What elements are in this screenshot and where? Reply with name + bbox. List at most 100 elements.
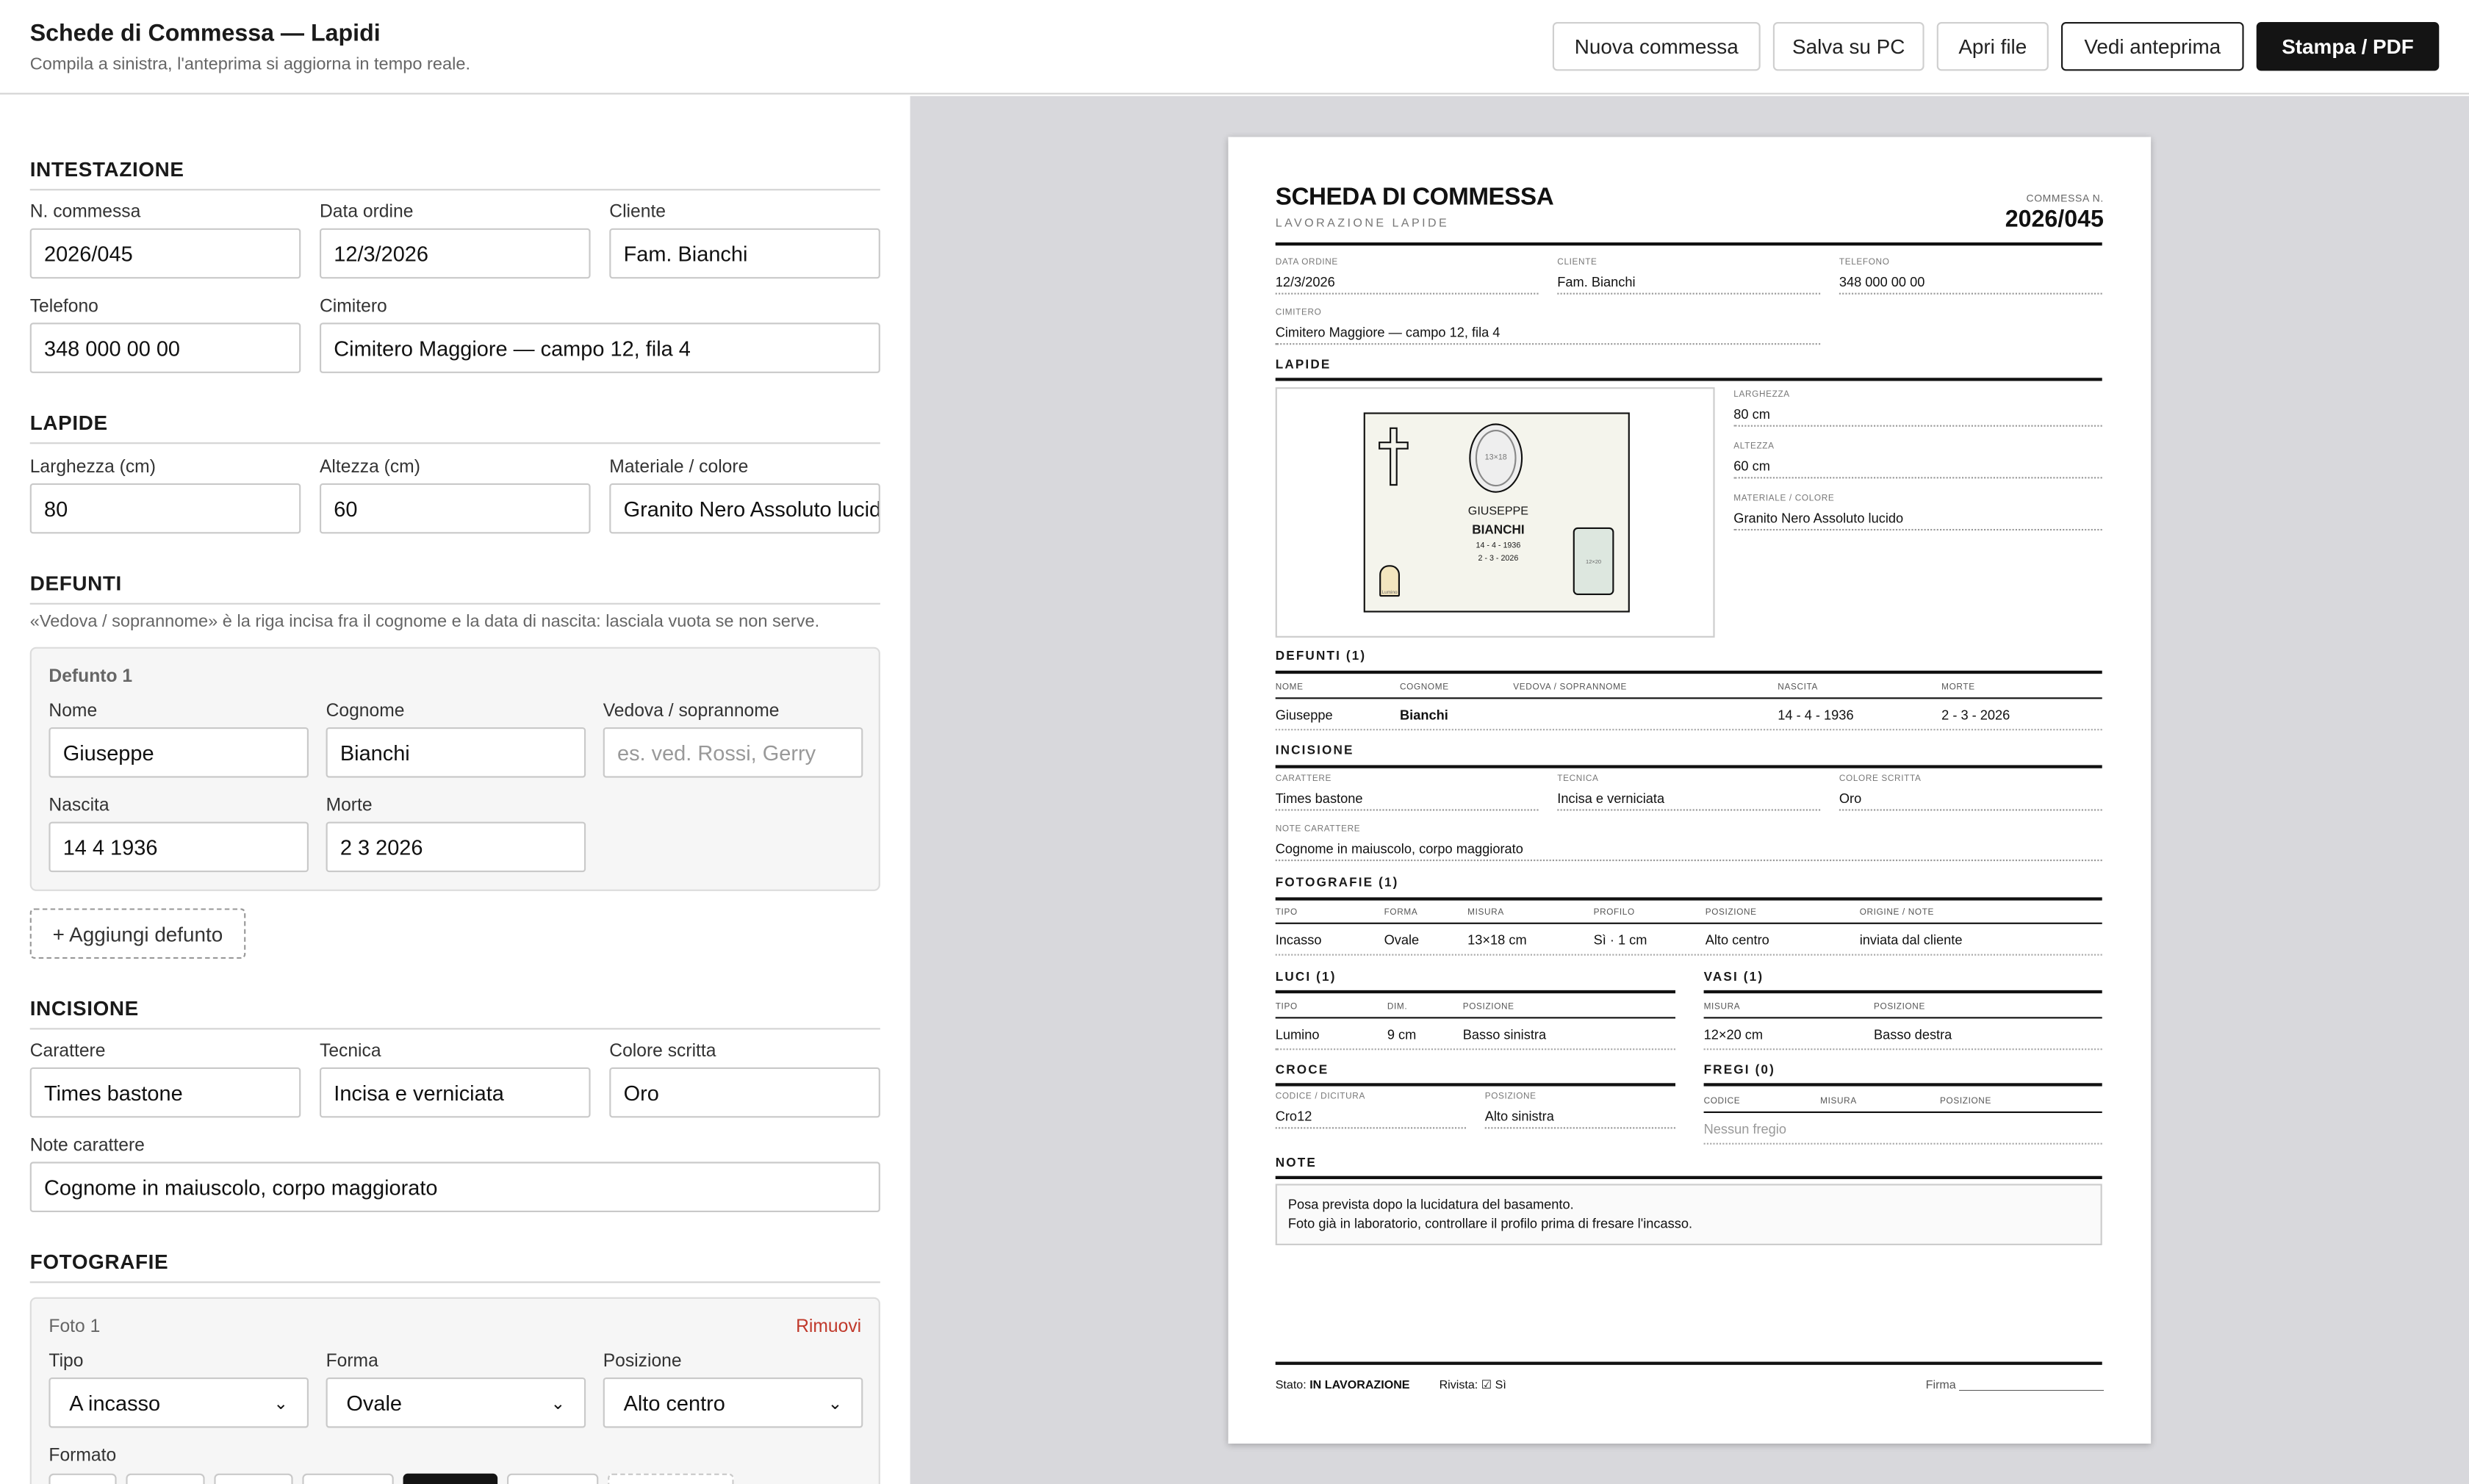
order-date-input[interactable]: 12/3/2026 [320,228,591,279]
sheet-color-label: COLORE SCRITTA [1839,774,1922,785]
sheet-status: Stato: IN LAVORAZIONE [1276,1377,1410,1391]
divider [1703,1142,2102,1145]
divider [1703,990,2102,993]
new-order-button[interactable]: Nuova commessa [1552,22,1761,71]
divider [1275,1017,1675,1019]
td-morte: 2 - 3 - 2026 [1941,707,2010,723]
th-luci-dim: DIM. [1387,1003,1408,1012]
sheet-phone-label: TELEFONO [1839,258,1890,268]
sheet-material-label: MATERIALE / COLORE [1733,494,1835,504]
order-number-label: N. commessa [29,203,141,223]
sheet-cemetery-label: CIMITERO [1275,309,1322,318]
sheet-date: 12/3/2026 [1275,274,1539,295]
th-luci-posizione: POSIZIONE [1462,1003,1514,1012]
section-intestazione-title: INTESTAZIONE [29,157,880,191]
section-fotografie-title: FOTOGRAFIE [29,1250,880,1283]
app-title: Schede di Commessa — Lapidi [29,20,381,48]
th-posizione: POSIZIONE [1705,908,1757,918]
photo-shape-value: Ovale [346,1391,403,1415]
order-sheet: SCHEDA DI COMMESSA LAVORAZIONE LAPIDE CO… [1228,137,2152,1444]
sheet-note-line: Foto già in laboratorio, controllare il … [1287,1215,1693,1231]
format-option[interactable] [302,1473,394,1484]
chevron-down-icon: ⌄ [827,1394,843,1413]
td-nome: Giuseppe [1275,707,1333,723]
sheet-note-title: NOTE [1275,1155,1317,1170]
fregi-empty: Nessun fregio [1703,1120,1786,1137]
nickname-label: Vedova / soprannome [603,702,780,721]
photo-type-value: A incasso [69,1391,161,1415]
death-label: Morte [326,796,373,815]
photo-card: Foto 1 Rimuovi Tipo A incasso ⌄ Forma Ova… [29,1297,880,1484]
width-input[interactable]: 80 [29,483,301,534]
add-deceased-button[interactable]: + Aggiungi defunto [29,908,246,959]
sheet-foto-title: FOTOGRAFIE (1) [1275,875,1399,890]
td-posizione: Alto centro [1705,932,1769,948]
birth-label: Nascita [48,796,109,815]
format-option[interactable] [126,1473,205,1484]
sheet-lapide-title: LAPIDE [1275,357,1331,372]
surname-label: Cognome [326,702,405,721]
sheet-cemetery: Cimitero Maggiore — campo 12, fila 4 [1275,324,1821,345]
divider [1275,1175,2102,1178]
app-subtitle: Compila a sinistra, l'anteprima si aggio… [29,55,471,74]
height-input[interactable]: 60 [320,483,591,534]
th-fregi-posizione: POSIZIONE [1940,1097,1991,1107]
technique-input[interactable]: Incisa e verniciata [320,1067,591,1118]
phone-input[interactable]: 348 000 00 00 [29,323,301,373]
text-color-label: Colore scritta [609,1042,716,1062]
material-input[interactable]: Granito Nero Assoluto lucido [609,483,880,534]
photo-shape-select[interactable]: Ovale ⌄ [326,1377,586,1428]
sheet-width: 80 cm [1733,406,2102,427]
sheet-technique-label: TECNICA [1557,774,1599,785]
divider [1275,1083,1675,1086]
preview-button[interactable]: Vedi anteprima [2061,22,2244,71]
save-to-pc-button[interactable]: Salva su PC [1772,22,1924,71]
death-input[interactable]: 2 3 2026 [326,821,586,873]
td-vasi-misura: 12×20 cm [1703,1026,1764,1042]
sheet-status-label: Stato: [1275,1377,1307,1392]
th-tipo: TIPO [1275,908,1298,918]
sheet-order-number-label: COMMESSA N. [2026,193,2104,205]
cemetery-input[interactable]: Cimitero Maggiore — campo 12, fila 4 [320,323,880,373]
sheet-cross-code: Cro12 [1275,1109,1466,1129]
sheet-order-number: 2026/045 [2005,206,2104,234]
td-luci-posizione: Basso sinistra [1462,1026,1547,1042]
format-option[interactable] [214,1473,293,1484]
sheet-font: Times bastone [1275,790,1539,811]
format-option-selected[interactable] [403,1473,498,1484]
divider [1275,954,2102,956]
sheet-height: 60 cm [1733,458,2102,479]
surname-input[interactable]: Bianchi [326,727,586,778]
text-color-input[interactable]: Oro [609,1067,880,1118]
sheet-cross-position-label: POSIZIONE [1484,1092,1537,1102]
photo-size-label: 13×18 [1475,430,1517,487]
th-profilo: PROFILO [1593,908,1635,918]
first-name-input[interactable]: Giuseppe [48,727,309,778]
font-notes-input[interactable]: Cognome in maiuscolo, corpo maggiorato [29,1161,880,1212]
td-origine: inviata dal cliente [1859,932,1963,948]
sheet-material: Granito Nero Assoluto lucido [1733,510,2102,531]
client-input[interactable]: Fam. Bianchi [609,228,880,279]
sheet-title: SCHEDA DI COMMESSA [1275,184,1554,212]
format-option-custom[interactable] [608,1473,734,1484]
nickname-input[interactable]: es. ved. Rossi, Gerry [603,727,863,778]
photo-position-select[interactable]: Alto centro ⌄ [603,1377,863,1428]
vase-shape: 12×20 [1573,527,1614,595]
order-number-input[interactable]: 2026/045 [29,228,301,279]
remove-photo-button[interactable]: Rimuovi [796,1318,861,1337]
print-pdf-button[interactable]: Stampa / PDF [2256,22,2440,71]
divider [1703,1111,2102,1113]
app-root: Schede di Commessa — Lapidi Compila a si… [0,0,2469,1484]
sheet-cross-position: Alto sinistra [1484,1109,1675,1129]
open-file-button[interactable]: Apri file [1936,22,2049,71]
th-morte: MORTE [1941,683,1975,693]
format-option[interactable] [48,1473,117,1484]
photo-type-select[interactable]: A incasso ⌄ [48,1377,309,1428]
font-input[interactable]: Times bastone [29,1067,301,1118]
th-fregi-misura: MISURA [1820,1097,1857,1107]
form-panel: INTESTAZIONE N. commessa 2026/045 Data o… [0,96,910,1484]
format-option[interactable] [507,1473,599,1484]
th-misura: MISURA [1467,908,1504,918]
birth-input[interactable]: 14 4 1936 [48,821,309,873]
client-label: Cliente [609,203,666,223]
